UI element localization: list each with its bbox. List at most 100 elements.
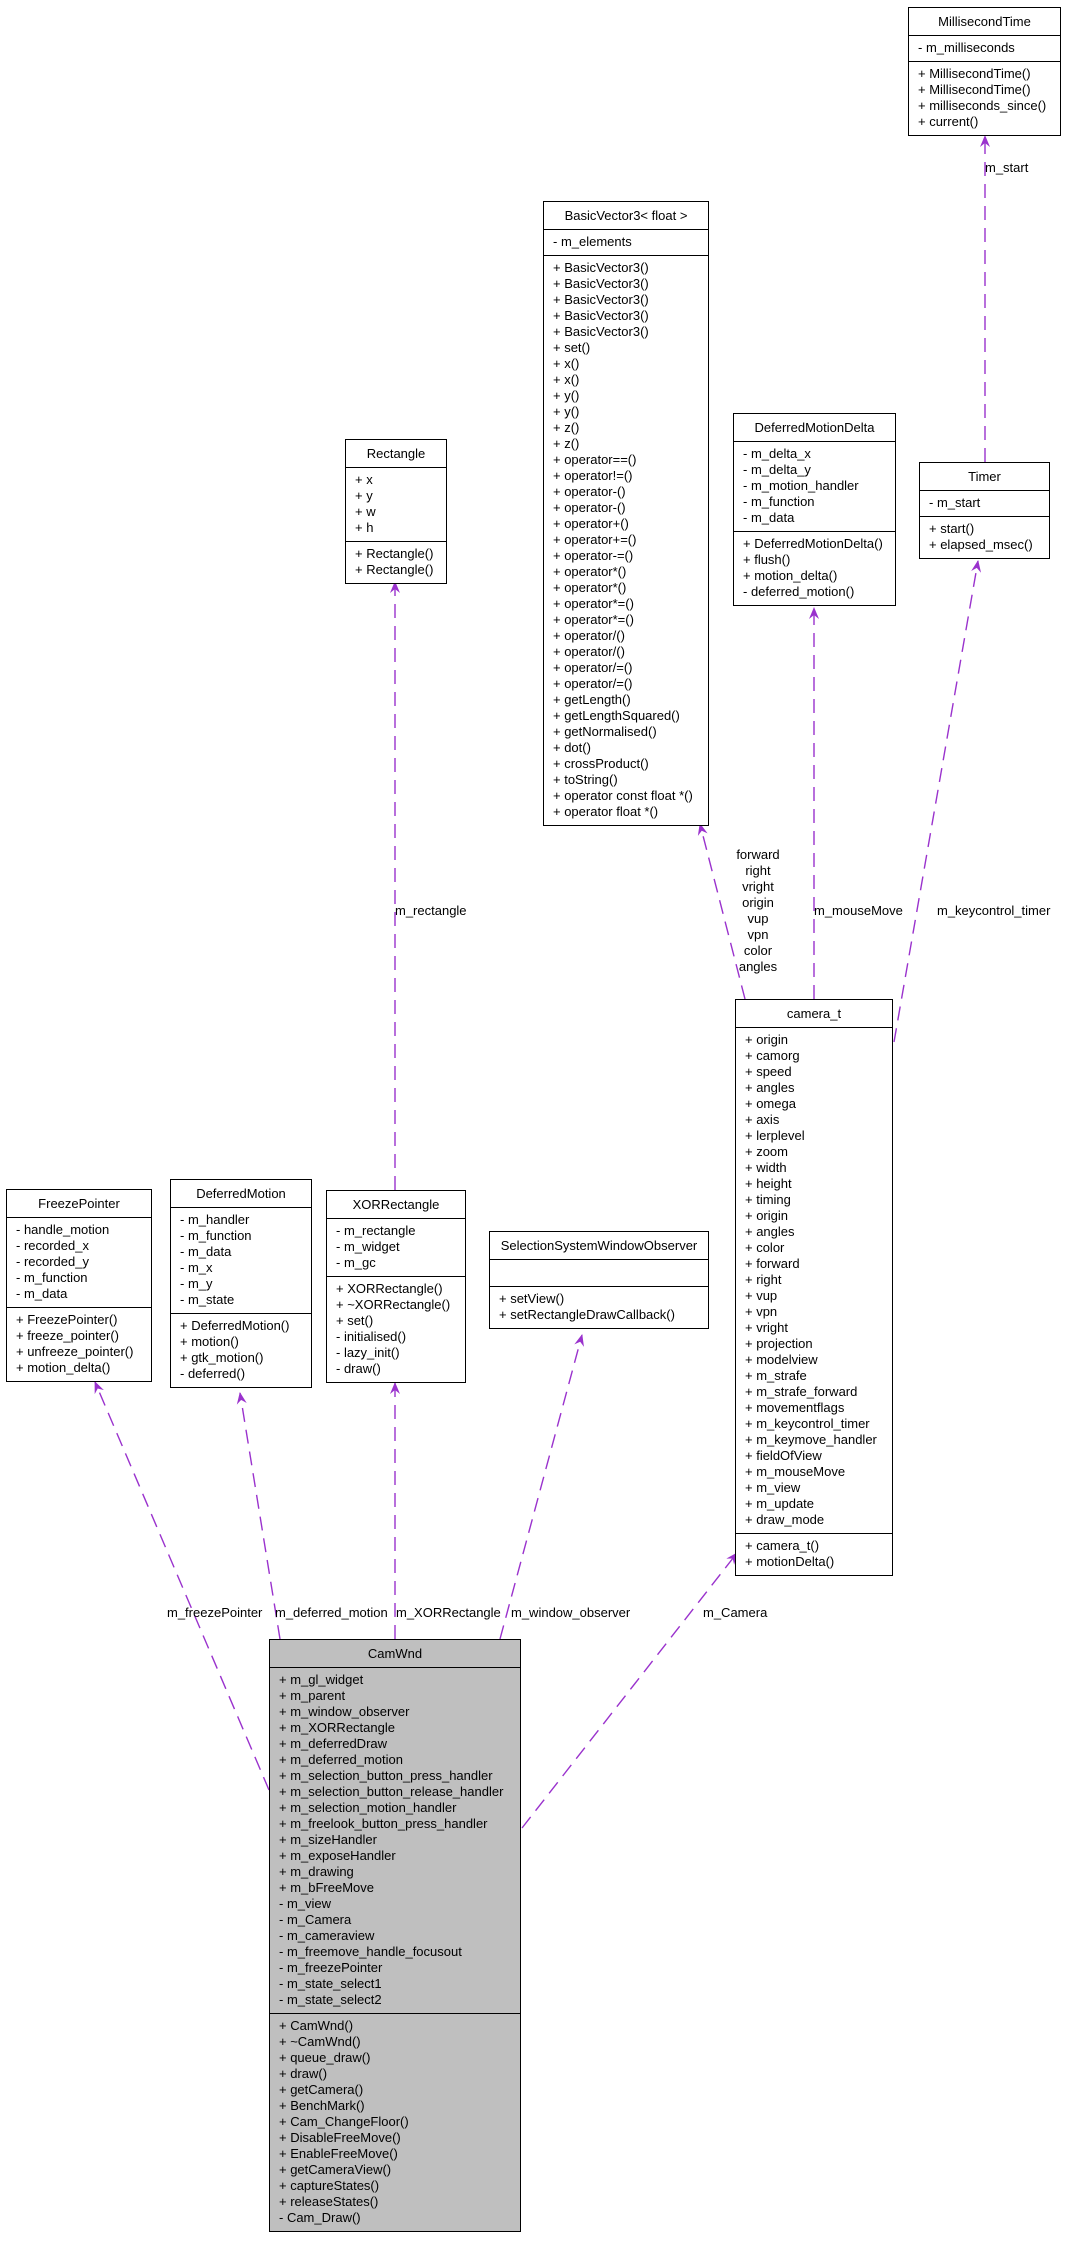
method-item: + getNormalised() (553, 724, 657, 739)
edge-label-m-window-observer: m_window_observer (511, 1605, 631, 1620)
attributes: - m_start (920, 491, 1049, 516)
method-item: + operator-() (553, 484, 626, 499)
attribute-item: - m_function (180, 1228, 252, 1243)
attribute-item: - m_data (180, 1244, 232, 1259)
method-item: + BasicVector3() (553, 308, 649, 323)
attribute-item: - m_freemove_handle_focusout (279, 1944, 462, 1959)
method-item: + getLength() (553, 692, 631, 707)
attribute-item: + m_strafe_forward (745, 1384, 858, 1399)
attribute-item: + m_drawing (279, 1864, 354, 1879)
method-item: + releaseStates() (279, 2194, 379, 2209)
edge-label-item: vright (742, 879, 774, 894)
method-item: + operator/() (553, 644, 625, 659)
attribute-item: + m_keycontrol_timer (745, 1416, 870, 1431)
edge-label-m-deferred-motion: m_deferred_motion (275, 1605, 388, 1620)
attributes: - handle_motion - recorded_x - recorded_y -… (7, 1218, 151, 1307)
method-item: + BasicVector3() (553, 276, 649, 291)
class-name: DeferredMotionDelta (734, 414, 895, 442)
class-timer[interactable]: Timer - m_start + start() + elapsed_msec(… (919, 462, 1050, 559)
method-item: + setView() (499, 1291, 565, 1306)
attribute-item: + origin (745, 1208, 788, 1223)
class-camera-t[interactable]: camera_t + origin + camorg + speed + angles… (735, 999, 893, 1576)
attribute-item: + projection (745, 1336, 813, 1351)
attribute-item: + y (355, 488, 373, 503)
method-item: + operator*=() (553, 612, 634, 627)
attribute-item: - m_Camera (279, 1912, 352, 1927)
attribute-item: + m_XORRectangle (279, 1720, 395, 1735)
attribute-item: - m_handler (180, 1212, 250, 1227)
class-deferredmotiondelta[interactable]: DeferredMotionDelta - m_delta_x - m_delta… (733, 413, 896, 606)
class-xorrectangle[interactable]: XORRectangle - m_rectangle - m_widget - m_… (326, 1190, 466, 1383)
class-camwnd[interactable]: CamWnd + m_gl_widget + m_parent + m_window… (269, 1639, 521, 2232)
edge-camwnd-freezepointer (94, 1381, 270, 1791)
attribute-item: - recorded_x (16, 1238, 89, 1253)
method-item: + gtk_motion() (180, 1350, 264, 1365)
method-item: - deferred() (180, 1366, 246, 1381)
class-basicvector3[interactable]: BasicVector3< float > - m_elements + Bas… (543, 201, 709, 826)
attribute-item: - m_view (279, 1896, 332, 1911)
method-item: + BasicVector3() (553, 292, 649, 307)
class-name: SelectionSystemWindowObserver (490, 1232, 708, 1260)
class-selectionsystemwindowobserver[interactable]: SelectionSystemWindowObserver + setView(… (489, 1231, 709, 1329)
class-name: MillisecondTime (909, 8, 1060, 36)
method-item: + operator/() (553, 628, 625, 643)
attribute-item: - m_x (180, 1260, 213, 1275)
class-deferredmotion[interactable]: DeferredMotion - m_handler - m_function - … (170, 1179, 312, 1388)
attribute-item: + m_freelook_button_press_handler (279, 1816, 488, 1831)
method-item: + Rectangle() (355, 546, 434, 561)
method-item: + getCameraView() (279, 2162, 392, 2177)
attribute-item: + m_deferredDraw (279, 1736, 388, 1751)
edge-label-m-mousemove: m_mouseMove (814, 903, 903, 918)
method-item: + BasicVector3() (553, 324, 649, 339)
class-name: XORRectangle (327, 1191, 465, 1219)
class-name: BasicVector3< float > (544, 202, 708, 230)
method-item: + operator/=() (553, 660, 633, 675)
method-item: + DisableFreeMove() (279, 2130, 401, 2145)
method-item: + motion_delta() (743, 568, 838, 583)
method-item: + operator const float *() (553, 788, 693, 803)
attributes: - m_milliseconds (909, 36, 1060, 61)
edge-label-camera-vectors: forward right vright origin vup vpn color angle… (734, 847, 782, 975)
method-item: + operator*=() (553, 596, 634, 611)
attribute-item: + x (355, 472, 373, 487)
method-item: - draw() (336, 1361, 381, 1376)
attribute-item: - m_elements (553, 234, 632, 249)
edge-label-item: angles (738, 959, 778, 974)
attribute-item: - m_state (180, 1292, 235, 1307)
methods: + BasicVector3() + BasicVector3() + BasicV… (544, 255, 708, 825)
class-rectangle[interactable]: Rectangle + x + y + w + h + Rectangle() + Re… (345, 439, 447, 584)
method-item: + operator float *() (553, 804, 659, 819)
attributes (490, 1260, 708, 1286)
attributes: - m_elements (544, 230, 708, 255)
method-item: + motion() (180, 1334, 239, 1349)
relationship-edges (94, 135, 990, 1829)
attribute-item: + height (745, 1176, 792, 1191)
edge-label-item: vpn (747, 927, 769, 942)
class-name: CamWnd (270, 1640, 520, 1668)
methods: + XORRectangle() + ~XORRectangle() + set()… (327, 1276, 465, 1382)
method-item: + ~CamWnd() (279, 2034, 361, 2049)
attribute-item: + camorg (745, 1048, 800, 1063)
method-item: + MillisecondTime() (918, 82, 1031, 97)
attribute-item: - m_start (929, 495, 981, 510)
edge-camwnd-camera (521, 1552, 738, 1829)
attribute-item: + timing (745, 1192, 791, 1207)
method-item: - initialised() (336, 1329, 407, 1344)
method-item: + DeferredMotion() (180, 1318, 290, 1333)
method-item: + queue_draw() (279, 2050, 371, 2065)
methods: + setView() + setRectangleDrawCallback() (490, 1286, 708, 1328)
methods: + MillisecondTime() + MillisecondTime() + … (909, 61, 1060, 135)
methods: + DeferredMotion() + motion() + gtk_motion… (171, 1313, 311, 1387)
methods: + camera_t() + motionDelta() (736, 1533, 892, 1575)
class-millisecondtime[interactable]: MillisecondTime - m_milliseconds + Milli… (908, 7, 1061, 136)
method-item: + operator-() (553, 500, 626, 515)
attribute-item: + axis (745, 1112, 780, 1127)
method-item: + CamWnd() (279, 2018, 354, 2033)
attribute-item: + fieldOfView (745, 1448, 822, 1463)
method-item: + x() (553, 372, 580, 387)
edge-label-m-start: m_start (985, 160, 1029, 175)
attribute-item: + m_window_observer (279, 1704, 410, 1719)
edge-label-m-rectangle: m_rectangle (395, 903, 467, 918)
class-freezepointer[interactable]: FreezePointer - handle_motion - recorded_… (6, 1189, 152, 1382)
method-item: + y() (553, 388, 580, 403)
